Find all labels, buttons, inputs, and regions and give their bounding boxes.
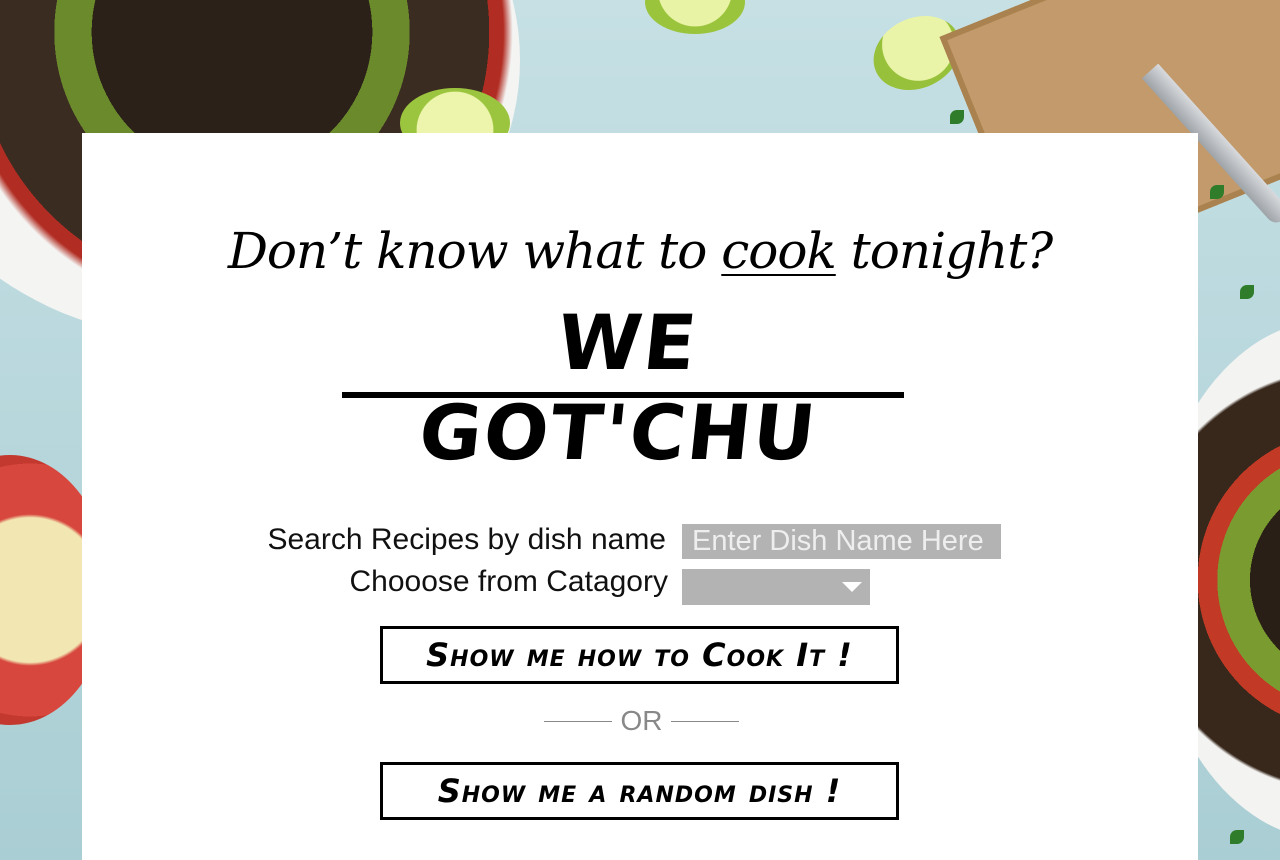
tagline-emphasis: cook — [721, 222, 837, 280]
chevron-down-icon — [842, 582, 862, 592]
headline-underline — [342, 392, 904, 398]
tagline-prefix: Don’t know what to — [227, 222, 722, 280]
herb-leaf — [1230, 830, 1244, 844]
tagline-suffix: tonight? — [835, 222, 1054, 280]
dish-name-input[interactable] — [682, 524, 1001, 559]
herb-leaf — [1240, 285, 1254, 299]
headline: WE GOT'CHU — [415, 298, 822, 477]
herb-leaf — [1210, 185, 1224, 199]
lime-slice — [645, 0, 745, 34]
random-dish-button[interactable]: Show me a random dish ! — [380, 762, 899, 820]
category-select[interactable] — [682, 569, 870, 605]
divider-line — [671, 721, 739, 722]
category-label: Chooose from Catagory — [349, 565, 669, 598]
tagline: Don’t know what to cook tonight? — [82, 219, 1198, 283]
herb-leaf — [950, 110, 964, 124]
main-card: Don’t know what to cook tonight? WE GOT'… — [82, 133, 1198, 860]
search-row: Search Recipes by dish name — [82, 521, 1198, 561]
search-label: Search Recipes by dish name — [267, 523, 666, 556]
or-divider: OR — [544, 706, 739, 736]
show-how-to-cook-button[interactable]: Show me how to Cook It ! — [380, 626, 899, 684]
category-row: Chooose from Catagory — [82, 565, 1198, 605]
